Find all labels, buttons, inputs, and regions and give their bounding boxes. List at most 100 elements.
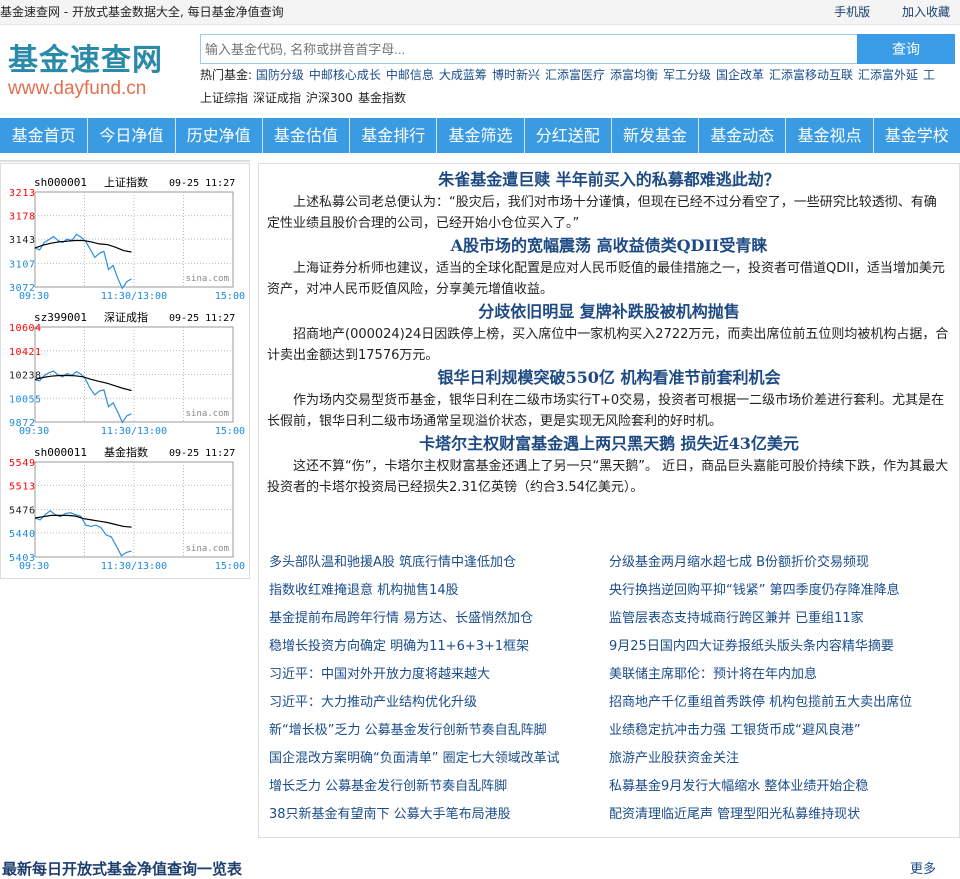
index-link[interactable]: 沪深300 (306, 91, 353, 105)
watermark: sina.com (186, 409, 229, 419)
mobile-version-link[interactable]: 手机版 (834, 5, 870, 19)
x-tick-label: 15:00 (215, 291, 245, 302)
y-tick-label: 5476 (9, 506, 35, 517)
nav-item[interactable]: 基金学校 (872, 118, 960, 153)
y-tick-label: 5549 (9, 458, 35, 469)
intraday-chart-svg: sh000001 上证指数 09-25 11:2732133178314331073… (9, 175, 245, 302)
hot-fund-link[interactable]: 汇添富移动互联 (769, 68, 853, 82)
watermark: sina.com (186, 274, 229, 284)
article-title-link[interactable]: 卡塔尔主权财富基金遇上两只黑天鹅 损失近43亿美元 (259, 432, 959, 456)
x-tick-label: 15:00 (215, 426, 245, 437)
news-link[interactable]: 习近平：中国对外开放力度将越来越大 (269, 661, 609, 689)
news-panel: 朱雀基金遭巨赎 半年前买入的私募都难逃此劫？ 上述私募公司老总便认为：“股灾后，我… (258, 163, 960, 838)
hot-fund-link[interactable]: 汇添富外延 (858, 68, 918, 82)
fund-search-input[interactable] (200, 34, 858, 64)
hot-fund-link[interactable]: 国企改革 (716, 68, 764, 82)
main-nav: 基金首页 今日净值 历史净值 基金估值 基金排行 基金筛选 分红送配 新发基金 基金动态 基金视点… (0, 118, 960, 153)
news-link[interactable]: 38只新基金有望南下 公募大手笔布局港股 (269, 801, 609, 829)
index-link[interactable]: 深证成指 (253, 91, 301, 105)
news-link[interactable]: 业绩稳定抗冲击力强 工银货币成“避风良港” (609, 717, 959, 745)
hot-fund-link[interactable]: 大成蓝筹 (439, 68, 487, 82)
x-tick-label: 09:30 (19, 561, 49, 572)
y-tick-label: 3143 (9, 235, 35, 246)
article-summary: 招商地产(000024)24日因跌停上榜，买入席位中一家机构买入2722万元，而… (267, 327, 949, 363)
news-link[interactable]: 监管层表态支持城商行跨区兼并 已重组11家 (609, 605, 959, 633)
article-title-link[interactable]: 分歧依旧明显 复牌补跌股被机构抛售 (259, 300, 959, 324)
intraday-chart-svg: sh000011 基金指数 09-25 11:2755495513547654405… (9, 445, 245, 572)
hot-fund-link[interactable]: 博时新兴 (492, 68, 540, 82)
site-logo[interactable]: 基金速查网 www.dayfund.cn (8, 44, 178, 100)
news-link[interactable]: 9月25日国内四大证券报纸头版头条内容精华摘要 (609, 633, 959, 661)
chart-title: 上证指数 (104, 175, 148, 189)
more-link[interactable]: 更多 (910, 858, 936, 877)
news-link[interactable]: 旅游产业股获资金关注 (609, 745, 959, 773)
article-summary: 这还不算“伤”，卡塔尔主权财富基金还遇上了另一只“黑天鹅”。 近日，商品巨头嘉能… (267, 459, 949, 495)
nav-item[interactable]: 新发基金 (610, 118, 698, 153)
search-button[interactable]: 查询 (857, 34, 955, 64)
chart-datetime: 09-25 11:27 (169, 178, 235, 189)
news-link[interactable]: 稳增长投资方向确定 明确为11+6+3+1框架 (269, 633, 609, 661)
chart-datetime: 09-25 11:27 (169, 313, 235, 324)
news-link[interactable]: 私募基金9月发行大幅缩水 整体业绩开始企稳 (609, 773, 959, 801)
news-link[interactable]: 新“增长极”乏力 公募基金发行创新节奏自乱阵脚 (269, 717, 609, 745)
hot-fund-link[interactable]: 中邮核心成长 (309, 68, 381, 82)
chart-code: sz399001 (34, 311, 87, 324)
x-tick-label: 09:30 (19, 291, 49, 302)
hot-fund-link[interactable]: 军工分级 (663, 68, 711, 82)
x-tick-label: 11:30/13:00 (101, 291, 167, 302)
top-bar: 基金速查网 - 开放式基金数据大全, 每日基金净值查询 手机版 加入收藏 (0, 0, 960, 25)
news-link[interactable]: 习近平：大力推动产业结构优化升级 (269, 689, 609, 717)
x-tick-label: 11:30/13:00 (101, 426, 167, 437)
news-link[interactable]: 国企混改方案明确“负面清单” 圈定七大领域改革试 (269, 745, 609, 773)
watermark: sina.com (186, 544, 229, 554)
hot-fund-link[interactable]: 汇添富医疗 (545, 68, 605, 82)
intraday-chart-svg: sz399001 深证成指 09-25 11:2710604104211023810… (9, 310, 245, 437)
news-link[interactable]: 央行换挡逆回购平抑“钱紧” 第四季度仍存降准降息 (609, 577, 959, 605)
y-tick-label: 3213 (9, 188, 35, 199)
news-link[interactable]: 增长乏力 公募基金发行创新节奏自乱阵脚 (269, 773, 609, 801)
logo-text-en: www.dayfund.cn (8, 78, 147, 99)
article-title-link[interactable]: A股市场的宽幅震荡 高收益债类QDII受青睐 (259, 234, 959, 258)
nav-item[interactable]: 历史净值 (174, 118, 262, 153)
news-link[interactable]: 招商地产千亿重组首秀跌停 机构包揽前五大卖出席位 (609, 689, 959, 717)
news-link[interactable]: 配资清理临近尾声 管理型阳光私募维持现状 (609, 801, 959, 829)
hot-fund-link[interactable]: 国防分级 (256, 68, 304, 82)
nav-item[interactable]: 基金动态 (698, 118, 785, 153)
index-link[interactable]: 上证综指 (200, 91, 248, 105)
y-tick-label: 5440 (9, 529, 35, 540)
article-title-link[interactable]: 朱雀基金遭巨赎 半年前买入的私募都难逃此劫？ (259, 168, 959, 192)
x-tick-label: 09:30 (19, 426, 49, 437)
index-chart[interactable]: sh000001 上证指数 09-25 11:27 3213 3178 3143 3107 3… (1, 174, 249, 309)
index-chart[interactable]: sz399001 深证成指 09-25 11:27 10604 10421 10238 10… (1, 309, 249, 444)
index-charts-panel: sh000001 上证指数 09-25 11:27 3213 3178 3143 3107 3… (0, 163, 250, 579)
nav-item[interactable]: 基金排行 (349, 118, 436, 153)
add-favorite-link[interactable]: 加入收藏 (902, 5, 950, 19)
index-link[interactable]: 基金指数 (358, 91, 406, 105)
y-tick-label: 5513 (9, 481, 35, 492)
y-tick-label: 10055 (9, 394, 41, 405)
nav-item[interactable]: 基金首页 (0, 118, 87, 153)
hot-fund-link[interactable]: 工 (923, 68, 935, 82)
y-tick-label: 10421 (9, 347, 41, 358)
nav-item[interactable]: 今日净值 (87, 118, 174, 153)
nav-item[interactable]: 基金估值 (261, 118, 349, 153)
site-tagline: 基金速查网 - 开放式基金数据大全, 每日基金净值查询 (0, 5, 284, 19)
nav-item[interactable]: 基金视点 (785, 118, 872, 153)
nav-item[interactable]: 基金筛选 (436, 118, 523, 153)
article-title-link[interactable]: 银华日利规模突破550亿 机构看准节前套利机会 (259, 366, 959, 390)
logo-text-cn: 基金速查网 (8, 43, 163, 78)
news-link[interactable]: 指数收红难掩退意 机构抛售14股 (269, 577, 609, 605)
hot-funds-label: 热门基金: (200, 68, 253, 82)
hot-fund-link[interactable]: 中邮信息 (386, 68, 434, 82)
index-chart[interactable]: sh000011 基金指数 09-25 11:27 5549 5513 5476 5440 5… (1, 444, 249, 579)
news-link[interactable]: 基金提前布局跨年行情 易方达、长盛悄然加仓 (269, 605, 609, 633)
y-tick-label: 10604 (9, 323, 41, 334)
news-link[interactable]: 分级基金两月缩水超七成 B份额折价交易频现 (609, 549, 959, 577)
y-tick-label: 3178 (9, 212, 35, 223)
news-link[interactable]: 美联储主席耶伦：预计将在年内加息 (609, 661, 959, 689)
divider (0, 160, 250, 162)
nav-item[interactable]: 分红送配 (523, 118, 611, 153)
news-list: 多头部队温和驰援A股 筑底行情中逢低加仓 分级基金两月缩水超七成 B份额折价交易频… (269, 549, 959, 829)
hot-fund-link[interactable]: 添富均衡 (610, 68, 658, 82)
news-link[interactable]: 多头部队温和驰援A股 筑底行情中逢低加仓 (269, 549, 609, 577)
